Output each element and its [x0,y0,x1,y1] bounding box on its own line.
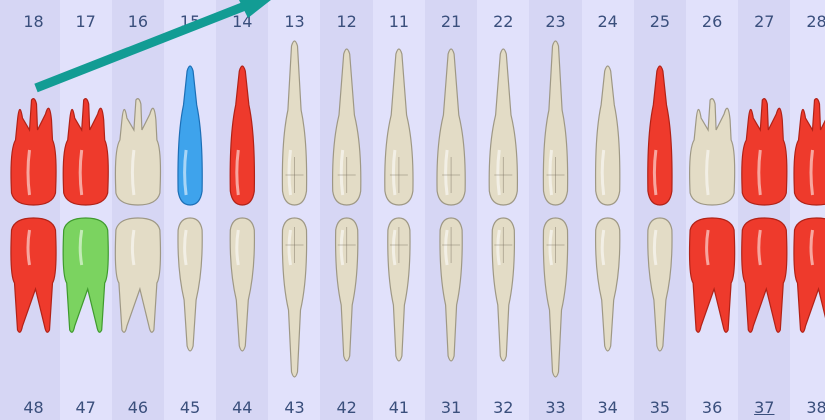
dental-chart: 18 17 16 15 14 13 12 11 21 22 23 24 25 26 27 28 48 47 46 45… [0,0,825,420]
arrow-shaft [34,0,252,93]
annotation-arrow [34,0,271,93]
